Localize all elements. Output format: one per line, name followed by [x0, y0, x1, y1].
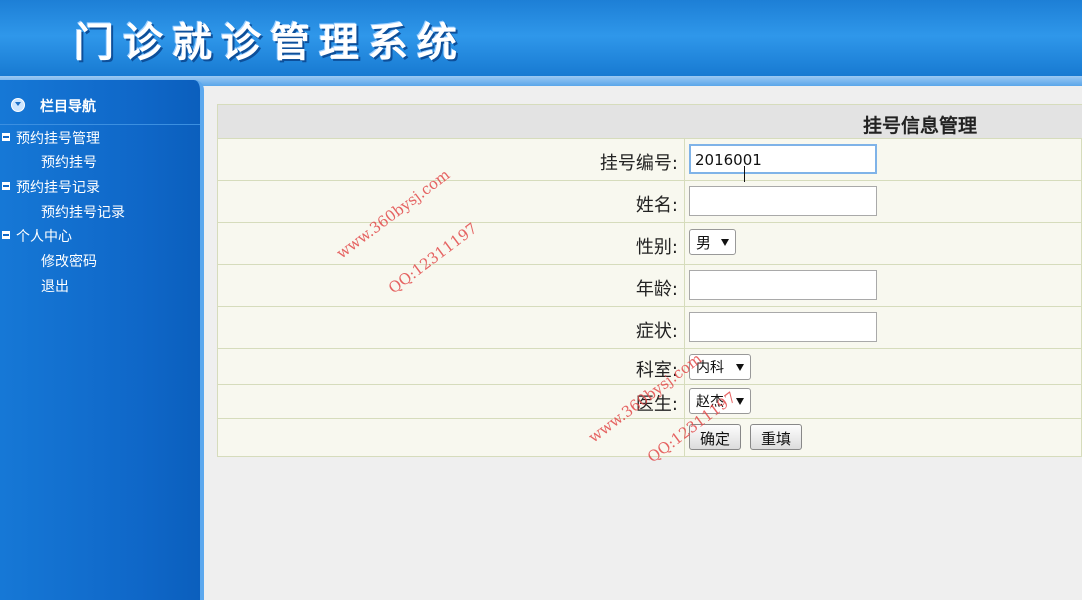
app-title: 门诊就诊管理系统 — [74, 19, 466, 66]
sidebar: 栏目导航 预约挂号管理 预约挂号 预约挂号记录 预约挂号记录 个人中心 修改密码… — [0, 80, 204, 600]
minus-icon[interactable] — [2, 231, 10, 239]
form-row-department: 科室: 内科 — [218, 349, 1082, 385]
gender-label: 性别: — [635, 237, 678, 258]
minus-icon[interactable] — [2, 182, 10, 190]
sidebar-item-change-password[interactable]: 修改密码 — [41, 251, 97, 271]
form-title: 挂号信息管理 — [863, 115, 978, 137]
name-input[interactable] — [689, 186, 877, 216]
collapse-icon[interactable] — [11, 98, 25, 112]
form-title-bar: 挂号信息管理 — [218, 105, 1082, 139]
sidebar-item-logout[interactable]: 退出 — [41, 276, 69, 296]
sidebar-heading-label: 栏目导航 — [40, 99, 96, 115]
form-row-reg-no: 挂号编号: 2016001 — [218, 139, 1082, 181]
sidebar-group-personal-center[interactable]: 个人中心 — [2, 226, 72, 246]
sidebar-item-register[interactable]: 预约挂号 — [41, 152, 97, 172]
form-row-age: 年龄: — [218, 265, 1082, 307]
sidebar-group-registration-mgmt[interactable]: 预约挂号管理 — [2, 128, 100, 148]
dropdown-arrow-icon — [736, 364, 744, 371]
sidebar-group-registration-records[interactable]: 预约挂号记录 — [2, 177, 100, 197]
symptom-label: 症状: — [635, 321, 678, 342]
dropdown-arrow-icon — [721, 239, 729, 246]
name-label: 姓名: — [635, 195, 678, 216]
reg-no-input[interactable]: 2016001 — [689, 144, 877, 174]
text-cursor-icon — [744, 166, 747, 182]
sidebar-item-label: 个人中心 — [16, 229, 72, 245]
form-row-symptom: 症状: — [218, 307, 1082, 349]
sidebar-heading: 栏目导航 — [0, 90, 200, 125]
reg-no-label: 挂号编号: — [599, 153, 678, 174]
sidebar-item-label: 预约挂号管理 — [16, 131, 100, 147]
age-label: 年龄: — [635, 279, 678, 300]
sidebar-item-label: 预约挂号记录 — [16, 180, 100, 196]
symptom-input[interactable] — [689, 312, 877, 342]
gender-value: 男 — [696, 234, 712, 252]
gender-select[interactable]: 男 — [689, 229, 736, 255]
form-row-name: 姓名: — [218, 181, 1082, 223]
app-header: 门诊就诊管理系统 — [0, 0, 1082, 80]
reset-button[interactable]: 重填 — [750, 424, 803, 450]
age-input[interactable] — [689, 270, 877, 300]
sidebar-item-registration-records[interactable]: 预约挂号记录 — [41, 202, 125, 222]
minus-icon[interactable] — [2, 133, 10, 141]
